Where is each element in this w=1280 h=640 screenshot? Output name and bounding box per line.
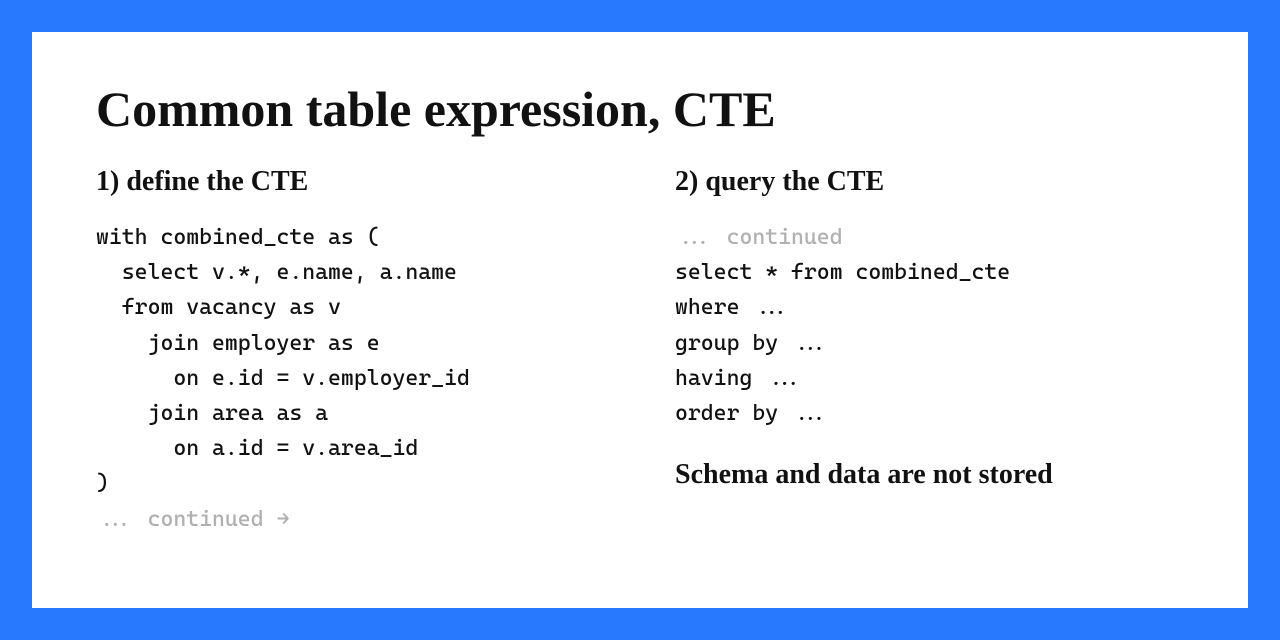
code-line: on a.id = v.area_id [96,436,418,461]
code-line: order by ... [675,401,830,426]
code-line: join area as a [96,401,328,426]
right-code: ... continued select * from combined_cte… [675,220,1184,431]
continued-marker: ... continued [675,225,843,250]
right-heading: 2) query the CTE [675,166,1184,198]
code-line: where ... [675,295,791,320]
left-column: 1) define the CTE with combined_cte as (… [96,166,605,537]
left-heading: 1) define the CTE [96,166,605,198]
right-note: Schema and data are not stored [675,459,1184,491]
continued-marker: ... continued → [96,507,289,532]
slide-title: Common table expression, CTE [96,80,1184,138]
left-code: with combined_cte as ( select v.*, e.nam… [96,220,605,537]
code-line: select v.*, e.name, a.name [96,260,457,285]
columns: 1) define the CTE with combined_cte as (… [96,166,1184,537]
code-line: having ... [675,366,804,391]
code-line: group by ... [675,331,830,356]
code-line: join employer as e [96,331,380,356]
code-line: with combined_cte as ( [96,225,380,250]
slide-card: Common table expression, CTE 1) define t… [32,32,1248,608]
code-line: on e.id = v.employer_id [96,366,470,391]
code-line: select * from combined_cte [675,260,1010,285]
code-line: ) [96,471,109,496]
code-line: from vacancy as v [96,295,341,320]
right-column: 2) query the CTE ... continued select * … [675,166,1184,537]
